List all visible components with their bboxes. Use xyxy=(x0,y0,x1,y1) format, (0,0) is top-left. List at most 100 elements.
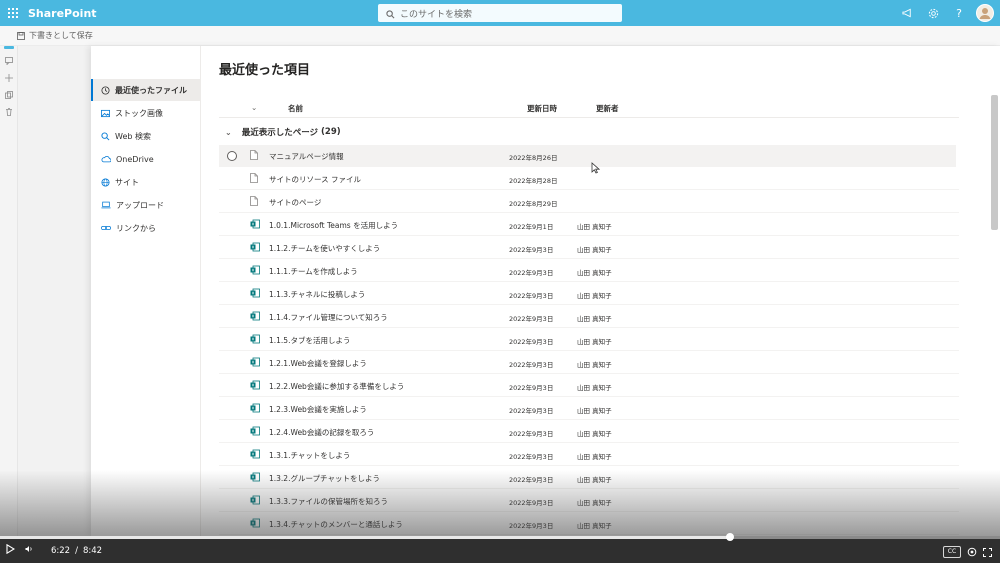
nav-item-label: アップロード xyxy=(116,200,164,210)
file-modified-date: 2022年9月3日 xyxy=(509,407,554,415)
list-item[interactable]: 1.0.1.Microsoft Teams を活用しよう 2022年9月1日 山田 … xyxy=(219,214,956,236)
site-page-icon xyxy=(250,472,260,484)
file-name[interactable]: 1.3.3.ファイルの保管場所を知ろう xyxy=(269,496,388,507)
play-icon[interactable] xyxy=(6,543,16,557)
file-name[interactable]: 1.1.5.タブを活用しよう xyxy=(269,335,350,346)
file-modified-by: 山田 真知子 xyxy=(577,476,612,484)
file-name[interactable]: 1.1.4.ファイル管理について知ろう xyxy=(269,312,388,323)
row-divider xyxy=(219,304,959,305)
file-name[interactable]: 1.2.3.Web会議を実施しよう xyxy=(269,404,367,415)
file-name[interactable]: マニュアルページ情報 xyxy=(269,151,344,162)
settings-icon[interactable] xyxy=(967,542,977,561)
list-item[interactable]: 1.1.2.チームを使いやすくしよう 2022年9月3日 山田 真知子 xyxy=(219,237,956,259)
column-header-modified-by[interactable]: 更新者 xyxy=(596,103,619,114)
file-name[interactable]: 1.2.2.Web会議に参加する準備をしよう xyxy=(269,381,404,392)
list-item[interactable]: 1.3.3.ファイルの保管場所を知ろう 2022年9月3日 山田 真知子 xyxy=(219,490,956,512)
site-page-icon xyxy=(250,495,260,507)
list-item[interactable]: 1.3.1.チャットをしよう 2022年9月3日 山田 真知子 xyxy=(219,444,956,466)
file-modified-date: 2022年9月3日 xyxy=(509,338,554,346)
list-item[interactable]: 1.2.2.Web会議に参加する準備をしよう 2022年9月3日 山田 真知子 xyxy=(219,375,956,397)
file-name[interactable]: 1.2.1.Web会議を登録しよう xyxy=(269,358,367,369)
row-divider xyxy=(219,419,959,420)
file-name[interactable]: 1.2.4.Web会議の記録を取ろう xyxy=(269,427,374,438)
file-picker-panel: 最近使ったファイル ストック画像 Web 検索 OneDrive サイト アップ… xyxy=(91,46,1000,536)
file-name[interactable]: 1.1.3.チャネルに投稿しよう xyxy=(269,289,365,300)
list-item[interactable]: 1.3.2.グループチャットをしよう 2022年9月3日 山田 真知子 xyxy=(219,467,956,489)
nav-item-from-link[interactable]: リンクから xyxy=(91,217,201,239)
file-name[interactable]: 1.3.1.チャットをしよう xyxy=(269,450,350,461)
site-page-icon xyxy=(250,219,260,231)
row-divider xyxy=(219,235,959,236)
file-name[interactable]: 1.3.2.グループチャットをしよう xyxy=(269,473,380,484)
gear-icon[interactable] xyxy=(920,0,946,26)
volume-icon[interactable] xyxy=(25,545,33,556)
chevron-down-icon[interactable]: ⌄ xyxy=(251,103,257,112)
nav-item-onedrive[interactable]: OneDrive xyxy=(91,148,201,170)
nav-item-web-search[interactable]: Web 検索 xyxy=(91,125,201,147)
nav-item-stock-images[interactable]: ストック画像 xyxy=(91,102,201,124)
time-separator: / xyxy=(75,545,78,556)
list-item[interactable]: マニュアルページ情報 2022年8月26日 xyxy=(219,145,956,167)
captions-button[interactable]: CC xyxy=(943,545,961,558)
page-icon xyxy=(250,173,258,185)
group-header[interactable]: ⌄ 最近表示したページ (29) xyxy=(219,122,341,142)
comment-icon[interactable] xyxy=(0,52,18,69)
file-name[interactable]: 1.3.4.チャットのメンバーと通話しよう xyxy=(269,519,403,530)
progress-fill xyxy=(0,536,730,539)
row-divider xyxy=(219,488,959,489)
duration: 8:42 xyxy=(82,545,103,556)
file-modified-by: 山田 真知子 xyxy=(577,361,612,369)
list-item[interactable]: 1.3.4.チャットのメンバーと通話しよう 2022年9月3日 山田 真知子 xyxy=(219,513,956,535)
list-item[interactable]: 1.2.3.Web会議を実施しよう 2022年9月3日 山田 真知子 xyxy=(219,398,956,420)
avatar[interactable] xyxy=(976,4,994,22)
column-header-name[interactable]: 名前 xyxy=(288,103,303,114)
list-item[interactable]: 1.1.5.タブを活用しよう 2022年9月3日 山田 真知子 xyxy=(219,329,956,351)
delete-icon[interactable] xyxy=(0,103,18,120)
list-item[interactable]: サイトのリソース ファイル 2022年8月28日 xyxy=(219,168,956,190)
nav-item-sites[interactable]: サイト xyxy=(91,171,201,193)
list-item[interactable]: 1.1.3.チャネルに投稿しよう 2022年9月3日 山田 真知子 xyxy=(219,283,956,305)
file-name[interactable]: サイトのページ xyxy=(269,197,321,208)
vertical-scrollbar[interactable] xyxy=(991,95,998,230)
nav-item-upload[interactable]: アップロード xyxy=(91,194,201,216)
file-modified-by: 山田 真知子 xyxy=(577,430,612,438)
list-item[interactable]: 1.1.1.チームを作成しよう 2022年9月3日 山田 真知子 xyxy=(219,260,956,282)
fullscreen-icon[interactable] xyxy=(983,542,992,561)
file-name[interactable]: 1.1.1.チームを作成しよう xyxy=(269,266,358,277)
file-modified-by: 山田 真知子 xyxy=(577,315,612,323)
file-name[interactable]: 1.1.2.チームを使いやすくしよう xyxy=(269,243,380,254)
site-page-icon xyxy=(250,426,260,438)
list-item[interactable]: サイトのページ 2022年8月29日 xyxy=(219,191,956,213)
progress-knob[interactable] xyxy=(726,533,734,541)
chevron-down-icon[interactable]: ⌄ xyxy=(225,128,232,137)
site-page-icon xyxy=(250,288,260,300)
row-divider xyxy=(219,350,959,351)
site-search-box[interactable]: このサイトを検索 xyxy=(378,4,622,22)
nav-item-label: Web 検索 xyxy=(115,131,151,141)
current-time: 6:22 xyxy=(51,545,71,556)
list-item[interactable]: 1.1.4.ファイル管理について知ろう 2022年9月3日 山田 真知子 xyxy=(219,306,956,328)
video-player-bar xyxy=(0,536,1000,563)
edit-toolbox-rail xyxy=(0,46,18,536)
file-name[interactable]: サイトのリソース ファイル xyxy=(269,174,361,185)
site-page-icon xyxy=(250,242,260,254)
row-select-radio[interactable] xyxy=(227,151,237,161)
file-modified-date: 2022年9月3日 xyxy=(509,292,554,300)
help-icon[interactable]: ? xyxy=(946,0,972,26)
site-page-icon xyxy=(250,357,260,369)
waffle-icon[interactable] xyxy=(0,0,26,26)
file-name[interactable]: 1.0.1.Microsoft Teams を活用しよう xyxy=(269,220,398,231)
file-modified-date: 2022年9月3日 xyxy=(509,476,554,484)
list-item[interactable]: 1.2.4.Web会議の記録を取ろう 2022年9月3日 山田 真知子 xyxy=(219,421,956,443)
app-name[interactable]: SharePoint xyxy=(28,7,97,20)
duplicate-icon[interactable] xyxy=(0,86,18,103)
file-modified-by: 山田 真知子 xyxy=(577,522,612,530)
file-modified-date: 2022年9月3日 xyxy=(509,499,554,507)
list-item[interactable]: 1.2.1.Web会議を登録しよう 2022年9月3日 山田 真知子 xyxy=(219,352,956,374)
megaphone-icon[interactable] xyxy=(894,0,920,26)
column-header-modified[interactable]: 更新日時 xyxy=(527,103,557,114)
save-draft-button[interactable]: 下書きとして保存 xyxy=(17,30,93,41)
nav-item-recent[interactable]: 最近使ったファイル xyxy=(91,79,201,101)
move-icon[interactable] xyxy=(0,69,18,86)
row-divider xyxy=(219,258,959,259)
